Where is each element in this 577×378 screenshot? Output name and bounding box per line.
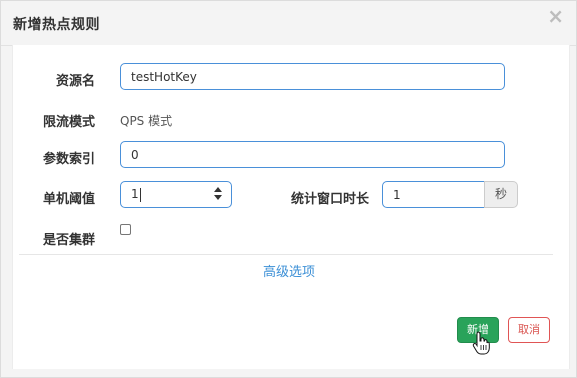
flow-mode-label: 限流模式 <box>42 115 95 130</box>
text-caret <box>139 187 141 202</box>
cancel-button[interactable]: 取消 <box>508 317 550 343</box>
window-duration-input[interactable] <box>382 181 485 208</box>
add-hotspot-rule-dialog: 新增热点规则 × 资源名 限流模式 QPS 模式 参数索引 单机阈值 1 统计窗… <box>0 0 577 378</box>
cluster-label: 是否集群 <box>42 233 95 248</box>
spinner-up-icon[interactable] <box>214 187 222 192</box>
advanced-options-link[interactable]: 高级选项 <box>263 261 315 280</box>
spinner-down-icon[interactable] <box>214 195 222 200</box>
threshold-value: 1 <box>131 187 139 201</box>
close-icon[interactable]: × <box>547 6 564 26</box>
resource-name-input[interactable] <box>120 63 505 90</box>
window-duration-label: 统计窗口时长 <box>290 192 369 207</box>
cluster-checkbox[interactable] <box>120 224 131 235</box>
dialog-title: 新增热点规则 <box>13 17 100 33</box>
threshold-input[interactable]: 1 <box>120 181 232 208</box>
threshold-label: 单机阈值 <box>42 192 95 207</box>
flow-mode-value: QPS 模式 <box>120 114 173 128</box>
footer-divider <box>19 254 553 255</box>
window-unit-addon: 秒 <box>484 181 518 208</box>
param-index-label: 参数索引 <box>42 152 95 167</box>
param-index-input[interactable] <box>120 141 505 168</box>
dialog-header: 新增热点规则 × <box>1 1 576 46</box>
hand-cursor-icon <box>472 331 490 355</box>
number-spinner-icon[interactable] <box>213 187 223 202</box>
resource-name-label: 资源名 <box>55 74 95 89</box>
